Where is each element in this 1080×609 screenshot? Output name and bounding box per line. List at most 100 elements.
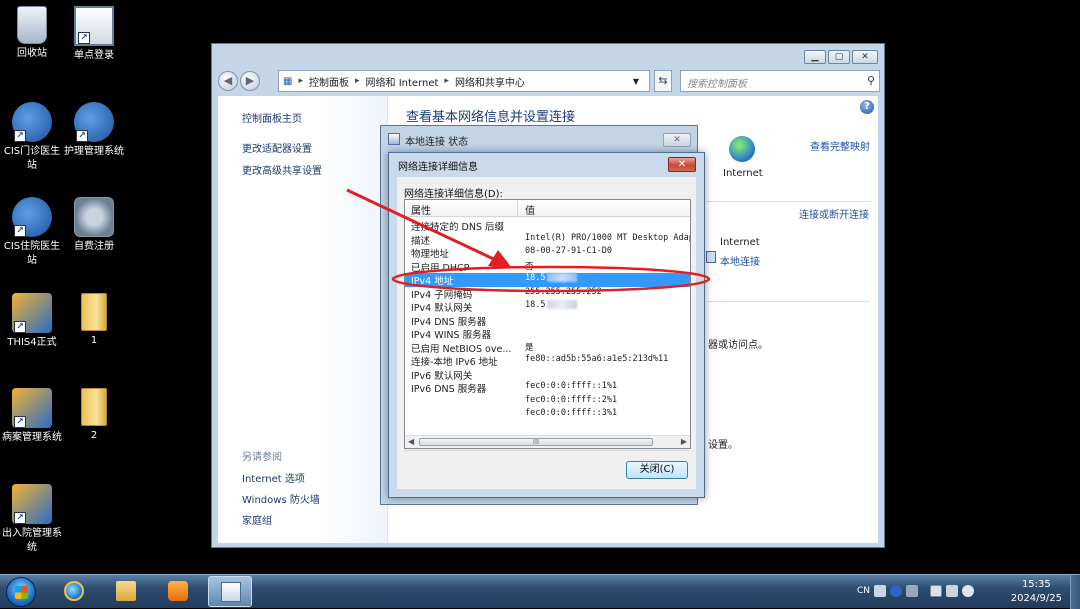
refresh-button[interactable]: ⇆ [654, 70, 672, 92]
desktop-icon-this4[interactable]: ↗ THIS4正式 [0, 293, 64, 350]
dialog-title: 网络连接详细信息 [398, 162, 478, 173]
close-button[interactable]: ✕ [852, 50, 878, 64]
text-fragment: 器或访问点。 [708, 340, 768, 351]
table-row[interactable]: fec0:0:0:ffff::2%1 [405, 395, 690, 409]
table-row[interactable]: 已启用 DHCP 否 [405, 260, 690, 274]
shortcut-arrow-icon: ↗ [78, 32, 90, 44]
search-input[interactable]: 搜索控制面板 ⚲ [680, 70, 880, 92]
value-cell: fe80::ad5b:55a6:a1e5:213d%11 [525, 354, 668, 364]
table-row[interactable]: fec0:0:0:ffff::3%1 [405, 408, 690, 422]
taskbar-file-explorer[interactable] [104, 576, 148, 607]
column-header-property[interactable]: 属性 [411, 202, 431, 217]
desktop-icon-recycle-bin[interactable]: 回收站 [0, 6, 64, 61]
shortcut-arrow-icon: ↗ [14, 130, 26, 142]
network-adapter-icon [388, 133, 400, 145]
access-type-value: Internet [720, 237, 760, 248]
table-row[interactable]: IPv4 WINS 服务器 [405, 327, 690, 341]
desktop-icon-self-pay[interactable]: 自费注册 [62, 197, 126, 254]
start-button[interactable] [6, 577, 36, 607]
column-header-value[interactable]: 值 [525, 202, 535, 217]
desktop-icon-medical-records[interactable]: ↗ 病案管理系统 [0, 388, 64, 445]
table-row[interactable]: IPv4 子网掩码 255.255.255.252 [405, 287, 690, 301]
table-row[interactable]: 描述 Intel(R) PRO/1000 MT Desktop Adap [405, 233, 690, 247]
file-explorer-icon [116, 581, 136, 601]
taskbar-internet-explorer[interactable] [52, 576, 96, 607]
taskbar-media-player[interactable] [156, 576, 200, 607]
property-cell: IPv4 DNS 服务器 [411, 316, 487, 328]
redacted-value [547, 273, 578, 282]
table-row[interactable]: IPv4 地址 18.5 [405, 273, 690, 287]
connect-disconnect-link[interactable]: 连接或断开连接 [799, 206, 869, 221]
scroll-thumb[interactable]: III [419, 438, 653, 446]
table-row[interactable]: 已启用 NetBIOS ove... 是 [405, 341, 690, 355]
desktop-icon-admission[interactable]: ↗ 出入院管理系统 [0, 484, 64, 555]
sidebar-link-advanced-sharing[interactable]: 更改高级共享设置 [242, 162, 322, 177]
maximize-button[interactable]: ▢ [828, 50, 850, 64]
dropdown-arrow-icon[interactable]: ▼ [633, 77, 639, 86]
desktop-icon-sso[interactable]: ↗ 单点登录 [62, 6, 126, 63]
value-cell: 是 [525, 341, 534, 353]
scroll-right-icon[interactable]: ▶ [681, 436, 687, 448]
sidebar-link-internet-options[interactable]: Internet 选项 [242, 470, 305, 485]
close-button[interactable]: ✕ [663, 133, 691, 147]
forward-button[interactable]: ▶ [240, 71, 260, 91]
action-center-flag-icon[interactable] [930, 585, 942, 597]
show-desktop-button[interactable] [1070, 575, 1080, 609]
table-row[interactable]: IPv4 DNS 服务器 [405, 314, 690, 328]
taskbar-network-center[interactable] [208, 576, 252, 607]
table-row[interactable]: 连接-本地 IPv6 地址 fe80::ad5b:55a6:a1e5:213d%1… [405, 354, 690, 368]
desktop-icon-folder-2[interactable]: 2 [62, 388, 126, 443]
back-button[interactable]: ◀ [218, 71, 238, 91]
table-row[interactable]: 物理地址 08-00-27-91-C1-D0 [405, 246, 690, 260]
input-method-icon[interactable] [874, 585, 886, 597]
nursing-app-icon: ↗ [74, 102, 114, 142]
value-text: 否 [525, 261, 534, 272]
column-divider[interactable] [517, 200, 518, 217]
dialog-title: 本地连接 状态 [405, 137, 469, 148]
divider [706, 301, 870, 302]
table-row[interactable]: IPv4 默认网关 18.5 [405, 300, 690, 314]
help-icon[interactable]: ? [860, 100, 874, 114]
app-window-icon: ↗ [74, 6, 114, 46]
sidebar-link-homegroup[interactable]: 家庭组 [242, 512, 272, 527]
redacted-value [547, 300, 578, 309]
breadcrumb-network-internet[interactable]: 网络和 Internet [366, 74, 439, 89]
close-button[interactable]: ✕ [668, 157, 696, 172]
desktop-icon-cis-outpatient[interactable]: ↗ CIS门诊医生站 [0, 102, 64, 173]
desktop-icon-folder-1[interactable]: 1 [62, 293, 126, 348]
local-connection-link[interactable]: 本地连接 [720, 253, 760, 268]
network-tray-icon[interactable] [946, 585, 958, 597]
sidebar-link-control-panel-home[interactable]: 控制面板主页 [242, 110, 302, 125]
value-text: 18.5 [525, 300, 546, 310]
sidebar-link-firewall[interactable]: Windows 防火墙 [242, 491, 320, 506]
cis-app-icon: ↗ [12, 102, 52, 142]
search-icon[interactable]: ⚲ [867, 74, 875, 87]
table-row[interactable]: 连接特定的 DNS 后缀 [405, 219, 690, 233]
desktop-icon-nursing[interactable]: ↗ 护理管理系统 [62, 102, 126, 159]
help-icon[interactable] [890, 585, 902, 597]
table-row[interactable]: IPv6 DNS 服务器 fec0:0:0:ffff::1%1 [405, 381, 690, 395]
table-row[interactable]: IPv6 默认网关 [405, 368, 690, 382]
close-dialog-button[interactable]: 关闭(C) [626, 461, 688, 479]
breadcrumb-control-panel[interactable]: 控制面板 [309, 74, 349, 89]
sidebar-link-adapter-settings[interactable]: 更改适配器设置 [242, 140, 312, 155]
language-indicator[interactable]: CN [857, 586, 870, 596]
taskbar: CN 15:35 2024/9/25 [0, 574, 1080, 609]
address-bar[interactable]: ▦ ▸ 控制面板 ▸ 网络和 Internet ▸ 网络和共享中心 ▼ [278, 70, 650, 92]
clock[interactable]: 15:35 2024/9/25 [1011, 578, 1062, 606]
horizontal-scrollbar[interactable]: ◀ III ▶ [405, 435, 690, 448]
admission-app-icon: ↗ [12, 484, 52, 524]
breadcrumb-sharing-center[interactable]: 网络和共享中心 [455, 74, 525, 89]
window-titlebar[interactable]: ▁ ▢ ✕ [212, 44, 884, 70]
details-list[interactable]: 属性 值 连接特定的 DNS 后缀 描述 Intel(R) PRO/1000 MT … [404, 199, 691, 449]
desktop-icon-cis-inpatient[interactable]: ↗ CIS住院医生站 [0, 197, 64, 268]
desktop-icon-label: 病案管理系统 [2, 432, 62, 443]
keyboard-icon[interactable] [906, 585, 918, 597]
volume-icon[interactable] [962, 585, 974, 597]
full-map-link[interactable]: 查看完整映射 [810, 138, 870, 153]
records-app-icon: ↗ [12, 388, 52, 428]
minimize-button[interactable]: ▁ [804, 50, 826, 64]
desktop-icon-label: 1 [90, 335, 98, 346]
scroll-left-icon[interactable]: ◀ [408, 436, 414, 448]
folder-icon [81, 388, 107, 426]
